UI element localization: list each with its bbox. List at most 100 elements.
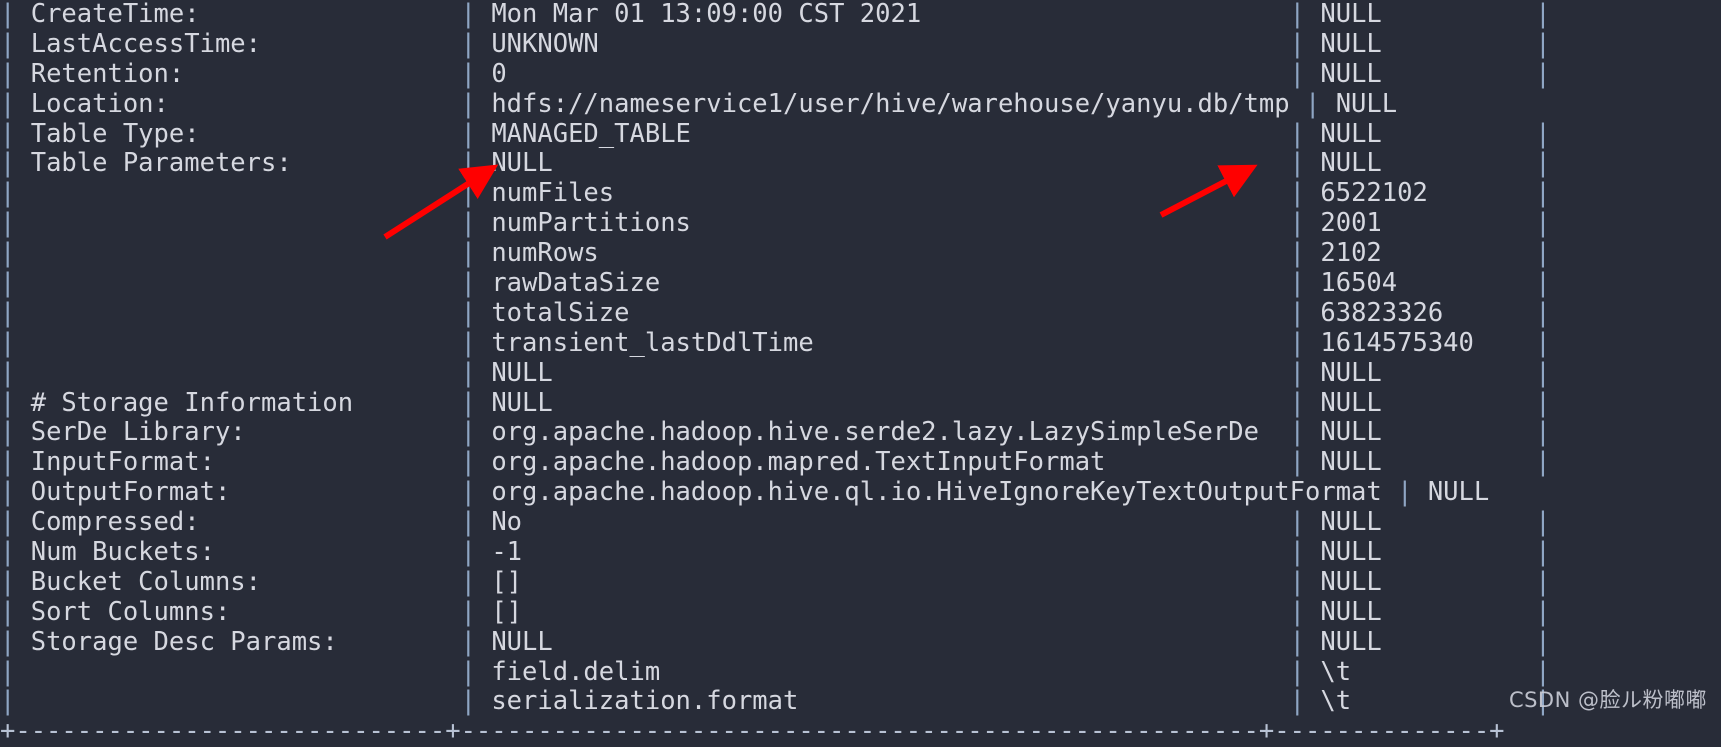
row-col3: 2102: [1320, 238, 1382, 269]
row-col3: NULL: [1320, 566, 1382, 597]
row-sep-1: |: [460, 357, 492, 388]
row-col1: [31, 298, 461, 328]
row-sep-2: |: [1289, 656, 1321, 687]
row-right-border: |: [1381, 507, 1551, 538]
row-col3: 2001: [1320, 208, 1382, 239]
row-col1: [31, 686, 461, 716]
row-col1: LastAccessTime:: [30, 28, 461, 59]
row-sep-2: |: [1289, 357, 1321, 388]
row-col3: NULL: [1320, 118, 1382, 149]
row-col2: org.apache.hadoop.hive.ql.io.HiveIgnoreK…: [491, 477, 1398, 508]
row-col1: [31, 178, 461, 208]
row-col2: -1: [491, 537, 1290, 568]
row-left-border: |: [0, 148, 31, 179]
row-right-border: |: [1381, 238, 1551, 269]
table-row: | OutputFormat: | org.apache.hadoop.hive…: [0, 477, 1721, 508]
row-right-border: |: [1381, 357, 1551, 388]
row-sep-2: |: [1289, 297, 1321, 328]
table-row: | | rawDataSize | 16504 |: [0, 268, 1721, 299]
row-sep-1: |: [460, 566, 492, 597]
row-right-border: |: [1381, 0, 1551, 29]
row-left-border: |: [0, 327, 31, 358]
row-sep-1: |: [460, 327, 492, 358]
table-row: | Retention: | 0 | NULL |: [0, 58, 1721, 90]
table-row: | Table Type: | MANAGED_TABLE | NULL |: [0, 118, 1721, 150]
row-sep-1: |: [460, 238, 492, 269]
row-right-border: |: [1351, 656, 1551, 687]
row-left-border: |: [0, 537, 31, 568]
row-left-border: |: [0, 28, 31, 59]
row-col1: Sort Columns:: [30, 596, 461, 627]
table-row: | CreateTime: | Mon Mar 01 13:09:00 CST …: [0, 0, 1721, 30]
row-col2: MANAGED_TABLE: [491, 118, 1290, 149]
row-col1: Storage Desc Params:: [30, 626, 461, 657]
table-row: | LastAccessTime: | UNKNOWN | NULL |: [0, 28, 1721, 60]
row-sep-2: |: [1289, 238, 1321, 269]
row-sep-2: |: [1289, 686, 1321, 717]
row-right-border: |: [1381, 417, 1551, 448]
table-row: | | numFiles | 6522102 |: [0, 178, 1721, 209]
row-left-border: |: [0, 297, 31, 328]
row-right-border: |: [1381, 118, 1551, 149]
row-left-border: |: [0, 387, 31, 418]
row-col1: Bucket Columns:: [30, 566, 461, 597]
row-left-border: |: [0, 357, 31, 388]
row-sep-1: |: [460, 148, 492, 179]
table-row: | | totalSize | 63823326 |: [0, 297, 1721, 329]
row-left-border: |: [0, 477, 31, 508]
row-right-border: |: [1381, 537, 1551, 568]
table-row: | | serialization.format | \t |: [0, 687, 1721, 717]
row-left-border: |: [0, 417, 31, 448]
row-col2: UNKNOWN: [491, 28, 1290, 59]
row-col1: Location:: [30, 88, 461, 119]
row-sep-2: |: [1289, 0, 1321, 29]
row-col1: # Storage Information: [30, 387, 461, 418]
row-sep-1: |: [460, 58, 492, 89]
row-sep-1: |: [460, 28, 492, 59]
row-col3: NULL: [1320, 507, 1382, 538]
table-row: | Sort Columns: | [] | NULL |: [0, 596, 1721, 628]
row-col1: [31, 328, 461, 358]
table-row: | | numRows | 2102 |: [0, 238, 1721, 269]
row-sep-2: |: [1304, 88, 1336, 119]
row-col1: Table Type:: [30, 118, 461, 149]
row-col3: NULL: [1320, 537, 1382, 568]
row-col2: org.apache.hadoop.hive.serde2.lazy.LazyS…: [491, 417, 1290, 448]
row-col1: Num Buckets:: [30, 537, 461, 568]
row-left-border: |: [0, 596, 31, 627]
row-col3: NULL: [1320, 357, 1382, 388]
row-col2: NULL: [491, 357, 1290, 388]
row-col3: 63823326: [1320, 297, 1444, 328]
row-right-border: |: [1397, 268, 1551, 299]
row-col1: Retention:: [30, 58, 461, 89]
row-sep-1: |: [460, 656, 492, 687]
row-col3: \t: [1320, 656, 1352, 687]
row-col3: NULL: [1320, 28, 1382, 59]
row-left-border: |: [0, 507, 31, 538]
row-sep-1: |: [460, 537, 492, 568]
row-sep-2: |: [1289, 596, 1321, 627]
row-sep-2: |: [1289, 417, 1321, 448]
table-row: | Bucket Columns: | [] | NULL |: [0, 566, 1721, 598]
row-right-border: |: [1381, 596, 1551, 627]
row-col1: [31, 208, 461, 238]
row-sep-1: |: [460, 88, 492, 119]
table-row: | Storage Desc Params: | NULL | NULL |: [0, 626, 1721, 658]
row-left-border: |: [0, 268, 31, 299]
table-row: | # Storage Information | NULL | NULL |: [0, 387, 1721, 419]
row-col3: 16504: [1320, 268, 1398, 299]
row-left-border: |: [0, 0, 31, 29]
table-row: | | transient_lastDdlTime | 1614575340 |: [0, 327, 1721, 359]
row-col3: NULL: [1320, 417, 1382, 448]
row-sep-1: |: [460, 447, 492, 478]
row-col3: \t: [1320, 686, 1352, 717]
row-left-border: |: [0, 208, 31, 239]
row-right-border: |: [1381, 58, 1551, 89]
table-row: | Compressed: | No | NULL |: [0, 507, 1721, 538]
row-left-border: |: [0, 566, 31, 597]
row-col1: InputFormat:: [30, 447, 461, 478]
row-col1: [31, 268, 461, 298]
row-right-border: |: [1381, 28, 1551, 59]
row-col3: NULL: [1320, 447, 1382, 478]
row-col2: serialization.format: [491, 686, 1290, 717]
